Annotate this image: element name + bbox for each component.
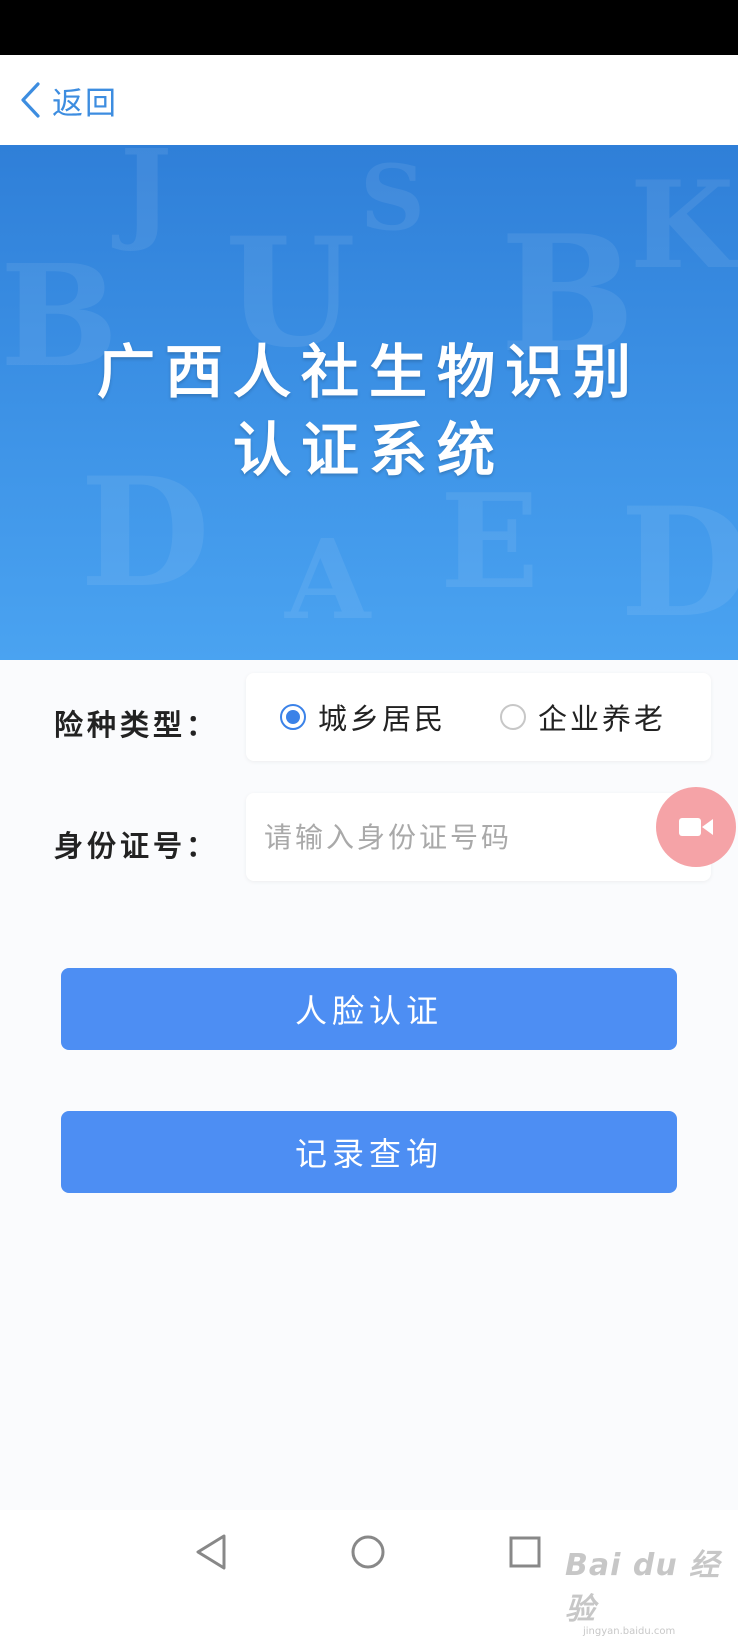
form-area: 险种类型： 城乡居民 企业养老 身份证号： [0, 660, 738, 1510]
banner-title-line1: 广西人社生物识别 [96, 338, 641, 406]
insurance-type-radio-group: 城乡居民 企业养老 [246, 673, 711, 761]
insurance-type-label: 险种类型： [54, 708, 220, 742]
record-query-button[interactable]: 记录查询 [61, 1111, 677, 1193]
banner-decoration: A [285, 515, 371, 644]
radio-enterprise-pension[interactable]: 企业养老 [500, 673, 666, 761]
radio-unchecked-icon [500, 704, 526, 730]
baidu-watermark: Bai du 经验 jingyan.baidu.com [565, 1540, 738, 1637]
top-nav-bar: 返回 [0, 55, 738, 145]
radio-label-enterprise: 企业养老 [538, 702, 667, 736]
floating-video-button[interactable] [656, 787, 736, 867]
watermark-main: Bai du 经验 [565, 1548, 721, 1627]
chevron-left-icon [21, 82, 40, 118]
face-auth-button[interactable]: 人脸认证 [61, 968, 677, 1050]
banner-decoration: D [620, 475, 738, 651]
recents-square-icon[interactable] [507, 1532, 543, 1572]
back-triangle-icon[interactable] [194, 1532, 230, 1572]
id-number-field [246, 793, 711, 881]
radio-checked-icon [280, 704, 306, 730]
banner-decoration: J [120, 145, 173, 254]
back-button[interactable]: 返回 [18, 77, 118, 123]
radio-urban-rural-residents[interactable]: 城乡居民 [280, 673, 446, 761]
banner-decoration: K [630, 155, 735, 296]
video-camera-icon [679, 818, 713, 836]
banner-decoration: E [440, 465, 540, 618]
id-number-input[interactable] [264, 793, 684, 881]
radio-label-urban-rural: 城乡居民 [318, 702, 447, 736]
banner-title-line2: 认证系统 [232, 416, 505, 484]
status-bar [0, 0, 738, 55]
banner-decoration: S [360, 145, 425, 251]
id-number-label: 身份证号： [54, 829, 220, 863]
watermark-sub: jingyan.baidu.com [583, 1626, 676, 1637]
back-label: 返回 [52, 85, 118, 122]
home-circle-icon[interactable] [349, 1532, 387, 1572]
header-banner: B U B K J S D E D A 广西人社生物识别 认证系统 [0, 145, 738, 660]
